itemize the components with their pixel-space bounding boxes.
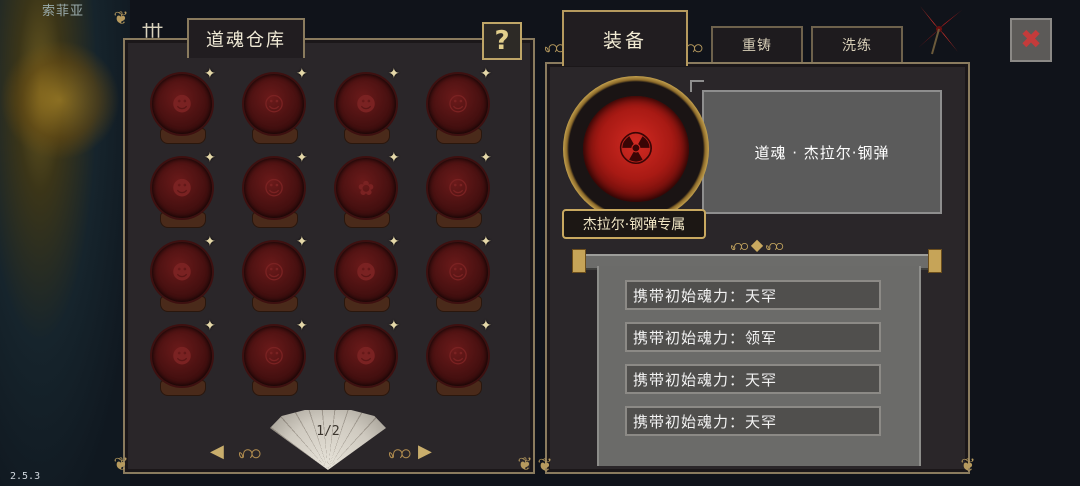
star-icon: ✦ (204, 150, 216, 166)
soul-slot[interactable]: ☺ ✦ (420, 234, 492, 314)
soul-orb-icon: ☺ (244, 242, 304, 302)
star-icon: ✦ (296, 234, 308, 250)
swirl-ornament-icon: ꩲ (388, 439, 412, 463)
soul-slot[interactable]: ☻ ✦ (144, 318, 216, 398)
soul-orb-icon: ☺ (428, 74, 488, 134)
soul-orb-icon: ☺ (244, 158, 304, 218)
soul-slot[interactable]: ☺ ✦ (420, 318, 492, 398)
corner-ornament-icon: ❦ (517, 454, 533, 475)
corner-ornament-icon: ❦ (113, 454, 129, 475)
panel-title: 道魂仓库 (187, 18, 305, 58)
selected-soul-icon: ☢ (583, 96, 689, 202)
soul-slot[interactable]: ☺ ✦ (420, 150, 492, 230)
corner-ornament-icon: ❦ (537, 455, 553, 476)
swirl-ornament-icon: ꩲ (238, 439, 262, 463)
soul-orb-icon: ☻ (336, 242, 396, 302)
corner-ornament-icon: ❦ (113, 8, 129, 29)
soul-name-card: 道魂 · 杰拉尔·钢弹 (702, 90, 942, 214)
soul-slot[interactable]: ✿ ✦ (328, 150, 400, 230)
scroll-knob (928, 249, 942, 273)
help-button[interactable]: ? (482, 22, 522, 60)
soul-slot[interactable]: ☻ ✦ (144, 234, 216, 314)
soul-slot[interactable]: ☺ ✦ (236, 150, 308, 230)
soul-name: 道魂 · 杰拉尔·钢弹 (754, 144, 890, 162)
soul-orb-icon: ☻ (152, 242, 212, 302)
soul-grid: ☻ ✦ ☺ ✦ ☻ ✦ ☺ ✦ ☻ ✦ ☺ ✦ ✿ ✦ ☺ ✦ ☻ ✦ ☺ ✦ ☻ ✦ ☺ ✦ ☻ ✦ ☺ ✦ ☻ ✦ ☺ ✦ (140, 66, 520, 396)
background-character-name: 索菲亚 (42, 4, 85, 19)
stat-row: 携带初始魂力：天罕 (625, 406, 881, 436)
soul-orb-icon: ☺ (428, 158, 488, 218)
soul-orb-icon: ☻ (152, 326, 212, 386)
soul-slot[interactable]: ☻ ✦ (328, 234, 400, 314)
soul-slot[interactable]: ☺ ✦ (420, 66, 492, 146)
stat-row: 携带初始魂力：领军 (625, 322, 881, 352)
star-icon: ✦ (204, 66, 216, 82)
previous-page-button[interactable]: ◀ (210, 441, 224, 462)
soul-orb-icon: ☺ (428, 326, 488, 386)
weapon-rack-icon: ††† (142, 20, 163, 41)
soul-orb-icon: ☺ (244, 74, 304, 134)
star-icon: ✦ (480, 150, 492, 166)
star-icon: ✦ (296, 150, 308, 166)
soul-slot[interactable]: ☺ ✦ (236, 234, 308, 314)
soul-slot[interactable]: ☻ ✦ (144, 66, 216, 146)
star-icon: ✦ (296, 66, 308, 82)
star-icon: ✦ (388, 318, 400, 334)
scroll-knob (572, 249, 586, 273)
background-glow (0, 40, 120, 160)
star-icon: ✦ (388, 234, 400, 250)
soul-slot[interactable]: ☻ ✦ (328, 318, 400, 398)
scroll-ornament-icon: ꩲ◆ꩲ (729, 235, 787, 254)
star-icon: ✦ (204, 318, 216, 334)
background-scene (0, 0, 130, 486)
tab-wash[interactable]: 洗练 (811, 26, 903, 62)
soul-slot[interactable]: ☺ ✦ (236, 66, 308, 146)
pinwheel-icon[interactable] (912, 2, 966, 56)
star-icon: ✦ (388, 150, 400, 166)
stat-row: 携带初始魂力：天罕 (625, 364, 881, 394)
star-icon: ✦ (204, 234, 216, 250)
page-indicator: 1/2 (270, 410, 386, 470)
tab-recast[interactable]: 重铸 (711, 26, 803, 62)
close-button[interactable]: ✖ (1010, 18, 1052, 62)
soul-slot[interactable]: ☻ ✦ (144, 150, 216, 230)
star-icon: ✦ (388, 66, 400, 82)
star-icon: ✦ (480, 234, 492, 250)
soul-orb-icon: ☻ (336, 74, 396, 134)
version-label: 2.5.3 (10, 471, 41, 482)
soul-orb-icon: ☻ (152, 158, 212, 218)
soul-orb-icon: ☻ (152, 74, 212, 134)
soul-orb-icon: ☺ (244, 326, 304, 386)
next-page-button[interactable]: ▶ (418, 441, 432, 462)
soul-orb-icon: ☻ (336, 326, 396, 386)
soul-slot[interactable]: ☺ ✦ (236, 318, 308, 398)
stat-row: 携带初始魂力：天罕 (625, 280, 881, 310)
page-number: 1/2 (316, 424, 340, 439)
star-icon: ✦ (296, 318, 308, 334)
exclusive-label: 杰拉尔·钢弹专属 (562, 209, 706, 239)
corner-ornament-icon: ❦ (960, 455, 976, 476)
soul-orb-icon: ☺ (428, 242, 488, 302)
star-icon: ✦ (480, 318, 492, 334)
tab-equip[interactable]: 装备 (562, 10, 688, 66)
soul-orb-icon: ✿ (336, 158, 396, 218)
star-icon: ✦ (480, 66, 492, 82)
soul-slot[interactable]: ☻ ✦ (328, 66, 400, 146)
